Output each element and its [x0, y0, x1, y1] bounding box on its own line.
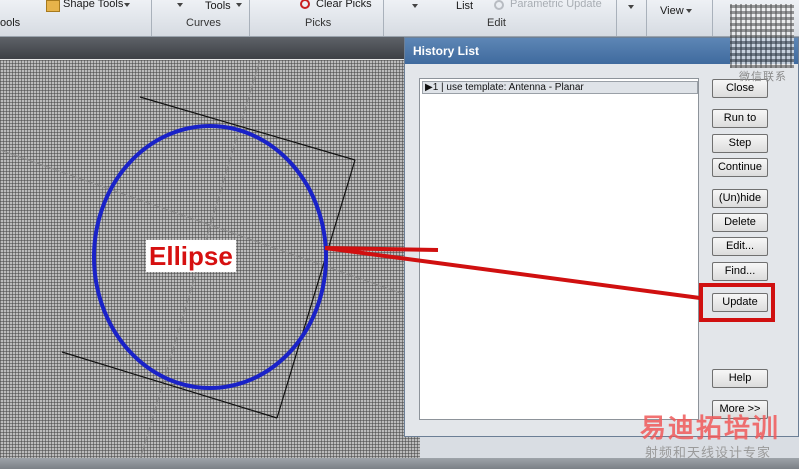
tools-button[interactable]: Tools	[205, 0, 231, 12]
tools-group-label-partial: ools	[0, 17, 21, 29]
chevron-down-icon[interactable]	[686, 9, 692, 13]
chevron-down-icon[interactable]	[412, 4, 418, 8]
view-menu-button[interactable]: View	[660, 5, 684, 17]
dialog-title: History List	[413, 44, 480, 58]
edit-group-label: Edit	[487, 17, 506, 29]
history-listbox[interactable]: ▶1 | use template: Antenna - Planar	[419, 78, 699, 420]
chevron-down-icon[interactable]	[177, 3, 183, 7]
ribbon-separator	[151, 0, 152, 36]
delete-button[interactable]: Delete	[712, 213, 768, 232]
unhide-button[interactable]: (Un)hide	[712, 189, 768, 208]
ribbon-separator	[249, 0, 250, 36]
shape-tools-icon	[46, 0, 60, 12]
chevron-down-icon[interactable]	[628, 5, 634, 9]
clear-picks-icon	[300, 0, 310, 9]
list-item[interactable]: ▶1 | use template: Antenna - Planar	[422, 81, 698, 94]
brand-watermark: 易迪拓培训	[640, 413, 781, 443]
parametric-update-icon	[494, 0, 504, 10]
update-highlight-box	[699, 283, 775, 322]
step-button[interactable]: Step	[712, 134, 768, 153]
edit-button[interactable]: Edit...	[712, 237, 768, 256]
continue-button[interactable]: Continue	[712, 158, 768, 177]
ellipse-callout-label: Ellipse	[146, 240, 236, 272]
chevron-down-icon[interactable]	[124, 3, 130, 7]
ribbon-separator	[646, 0, 647, 36]
ribbon-separator	[712, 0, 713, 36]
curves-group-label: Curves	[186, 17, 221, 29]
plane-outline-edge	[139, 96, 356, 161]
clear-picks-button[interactable]: Clear Picks	[316, 0, 372, 10]
qr-code-watermark	[730, 4, 794, 68]
qr-caption-watermark: 微信联系	[739, 71, 787, 83]
picks-group-label: Picks	[305, 17, 332, 29]
ribbon-separator	[383, 0, 384, 36]
find-button[interactable]: Find...	[712, 262, 768, 281]
list-button[interactable]: List	[456, 0, 473, 12]
tagline-watermark: 射频和天线设计专家	[645, 445, 772, 460]
chevron-down-icon[interactable]	[236, 3, 242, 7]
shape-tools-button[interactable]: Shape Tools	[63, 0, 123, 10]
parametric-update-button[interactable]: Parametric Update	[510, 0, 602, 10]
history-list-dialog: History List ▶1 | use template: Antenna …	[404, 37, 799, 437]
ribbon-separator	[616, 0, 617, 36]
run-to-button[interactable]: Run to	[712, 109, 768, 128]
help-button[interactable]: Help	[712, 369, 768, 388]
ribbon-toolbar: ools Shape Tools Tools Curves Clear Pick…	[0, 0, 799, 37]
